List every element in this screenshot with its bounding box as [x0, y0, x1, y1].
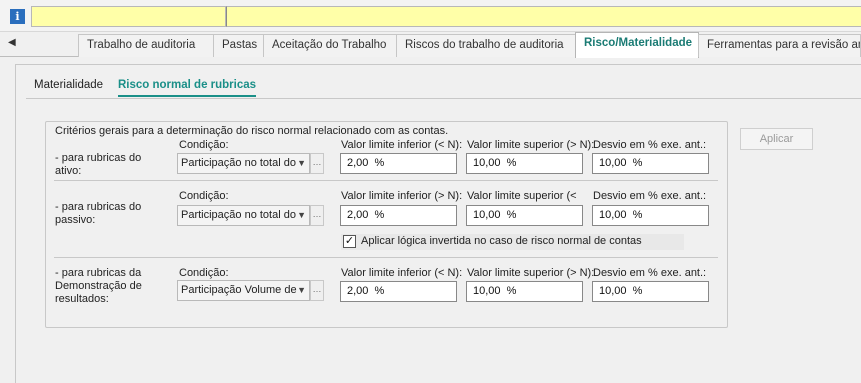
tab-content-panel: Materialidade Risco normal de rubricas C… — [15, 64, 861, 383]
lower-limit-label: Valor limite inferior (> N): — [341, 190, 463, 202]
condition-value: Participação no total do — [181, 157, 296, 169]
condition-label: Condição: — [179, 267, 229, 279]
lower-limit-input-dr[interactable]: 2,00 % — [340, 281, 457, 302]
deviation-input-dr[interactable]: 10,00 % — [592, 281, 709, 302]
lower-limit-input-ativo[interactable]: 2,00 % — [340, 153, 457, 174]
main-tabstrip: ◀ Trabalho de auditoria Pastas Aceitação… — [0, 32, 861, 58]
subtab-materialidade[interactable]: Materialidade — [34, 79, 103, 91]
invert-logic-option[interactable]: ✓ Aplicar lógica invertida no caso de ri… — [341, 234, 684, 250]
tab-pastas[interactable]: Pastas — [213, 34, 264, 57]
condition-value: Participação Volume de — [181, 284, 297, 296]
upper-limit-label: Valor limite superior (> N): — [467, 267, 595, 279]
criteria-groupbox: Critérios gerais para a determinação do … — [45, 121, 728, 328]
divider — [54, 257, 718, 258]
ellipsis-button[interactable]: … — [310, 205, 324, 226]
apply-button[interactable]: Aplicar — [740, 128, 813, 150]
condition-label: Condição: — [179, 190, 229, 202]
tab-aceitacao-do-trabalho[interactable]: Aceitação do Trabalho — [263, 34, 397, 57]
upper-limit-input-passivo[interactable]: 10,00 % — [466, 205, 583, 226]
upper-limit-input-dr[interactable]: 10,00 % — [466, 281, 583, 302]
lower-limit-label: Valor limite inferior (< N): — [341, 267, 463, 279]
condition-label: Condição: — [179, 139, 229, 151]
upper-limit-label: Valor limite superior (> N): — [467, 139, 595, 151]
lower-limit-label: Valor limite inferior (< N): — [341, 139, 463, 151]
group-title: Critérios gerais para a determinação do … — [55, 125, 449, 137]
ellipsis-button[interactable]: … — [310, 153, 324, 174]
row-ativo-label: - para rubricas do ativo: — [55, 152, 142, 177]
info-icon[interactable]: i — [10, 9, 25, 24]
deviation-input-passivo[interactable]: 10,00 % — [592, 205, 709, 226]
divider — [54, 180, 718, 181]
condition-select-passivo[interactable]: Participação no total do ▼ — [177, 205, 310, 226]
ellipsis-button[interactable]: … — [310, 280, 324, 301]
lower-limit-input-passivo[interactable]: 2,00 % — [340, 205, 457, 226]
chevron-down-icon: ▼ — [297, 158, 306, 168]
message-detail-field[interactable] — [226, 6, 861, 27]
invert-logic-checkbox[interactable]: ✓ — [343, 235, 356, 248]
message-field[interactable] — [31, 6, 226, 27]
chevron-down-icon: ▼ — [297, 210, 306, 220]
row-passivo-label: - para rubricas do passivo: — [55, 201, 142, 226]
condition-value: Participação no total do — [181, 209, 296, 221]
message-bar: i — [0, 0, 861, 32]
deviation-input-ativo[interactable]: 10,00 % — [592, 153, 709, 174]
condition-select-dr[interactable]: Participação Volume de ▼ — [177, 280, 310, 301]
upper-limit-input-ativo[interactable]: 10,00 % — [466, 153, 583, 174]
tab-ferramentas-revisao[interactable]: Ferramentas para a revisão an — [698, 34, 861, 57]
invert-logic-label: Aplicar lógica invertida no caso de risc… — [361, 235, 642, 247]
chevron-down-icon: ▼ — [297, 285, 306, 295]
condition-select-ativo[interactable]: Participação no total do ▼ — [177, 153, 310, 174]
subtab-strip: Materialidade Risco normal de rubricas — [26, 75, 861, 99]
tab-risco-materialidade[interactable]: Risco/Materialidade — [575, 32, 699, 58]
subtab-risco-normal[interactable]: Risco normal de rubricas — [118, 79, 257, 97]
upper-limit-label: Valor limite superior (< — [467, 190, 577, 202]
tab-riscos-do-trabalho[interactable]: Riscos do trabalho de auditoria — [396, 34, 577, 57]
tab-trabalho-de-auditoria[interactable]: Trabalho de auditoria — [78, 34, 214, 57]
chevron-left-icon[interactable]: ◀ — [8, 37, 16, 48]
deviation-label: Desvio em % exe. ant.: — [593, 267, 707, 279]
row-dr-label: - para rubricas da Demonstração de resul… — [55, 267, 142, 305]
deviation-label: Desvio em % exe. ant.: — [593, 190, 707, 202]
deviation-label: Desvio em % exe. ant.: — [593, 139, 707, 151]
